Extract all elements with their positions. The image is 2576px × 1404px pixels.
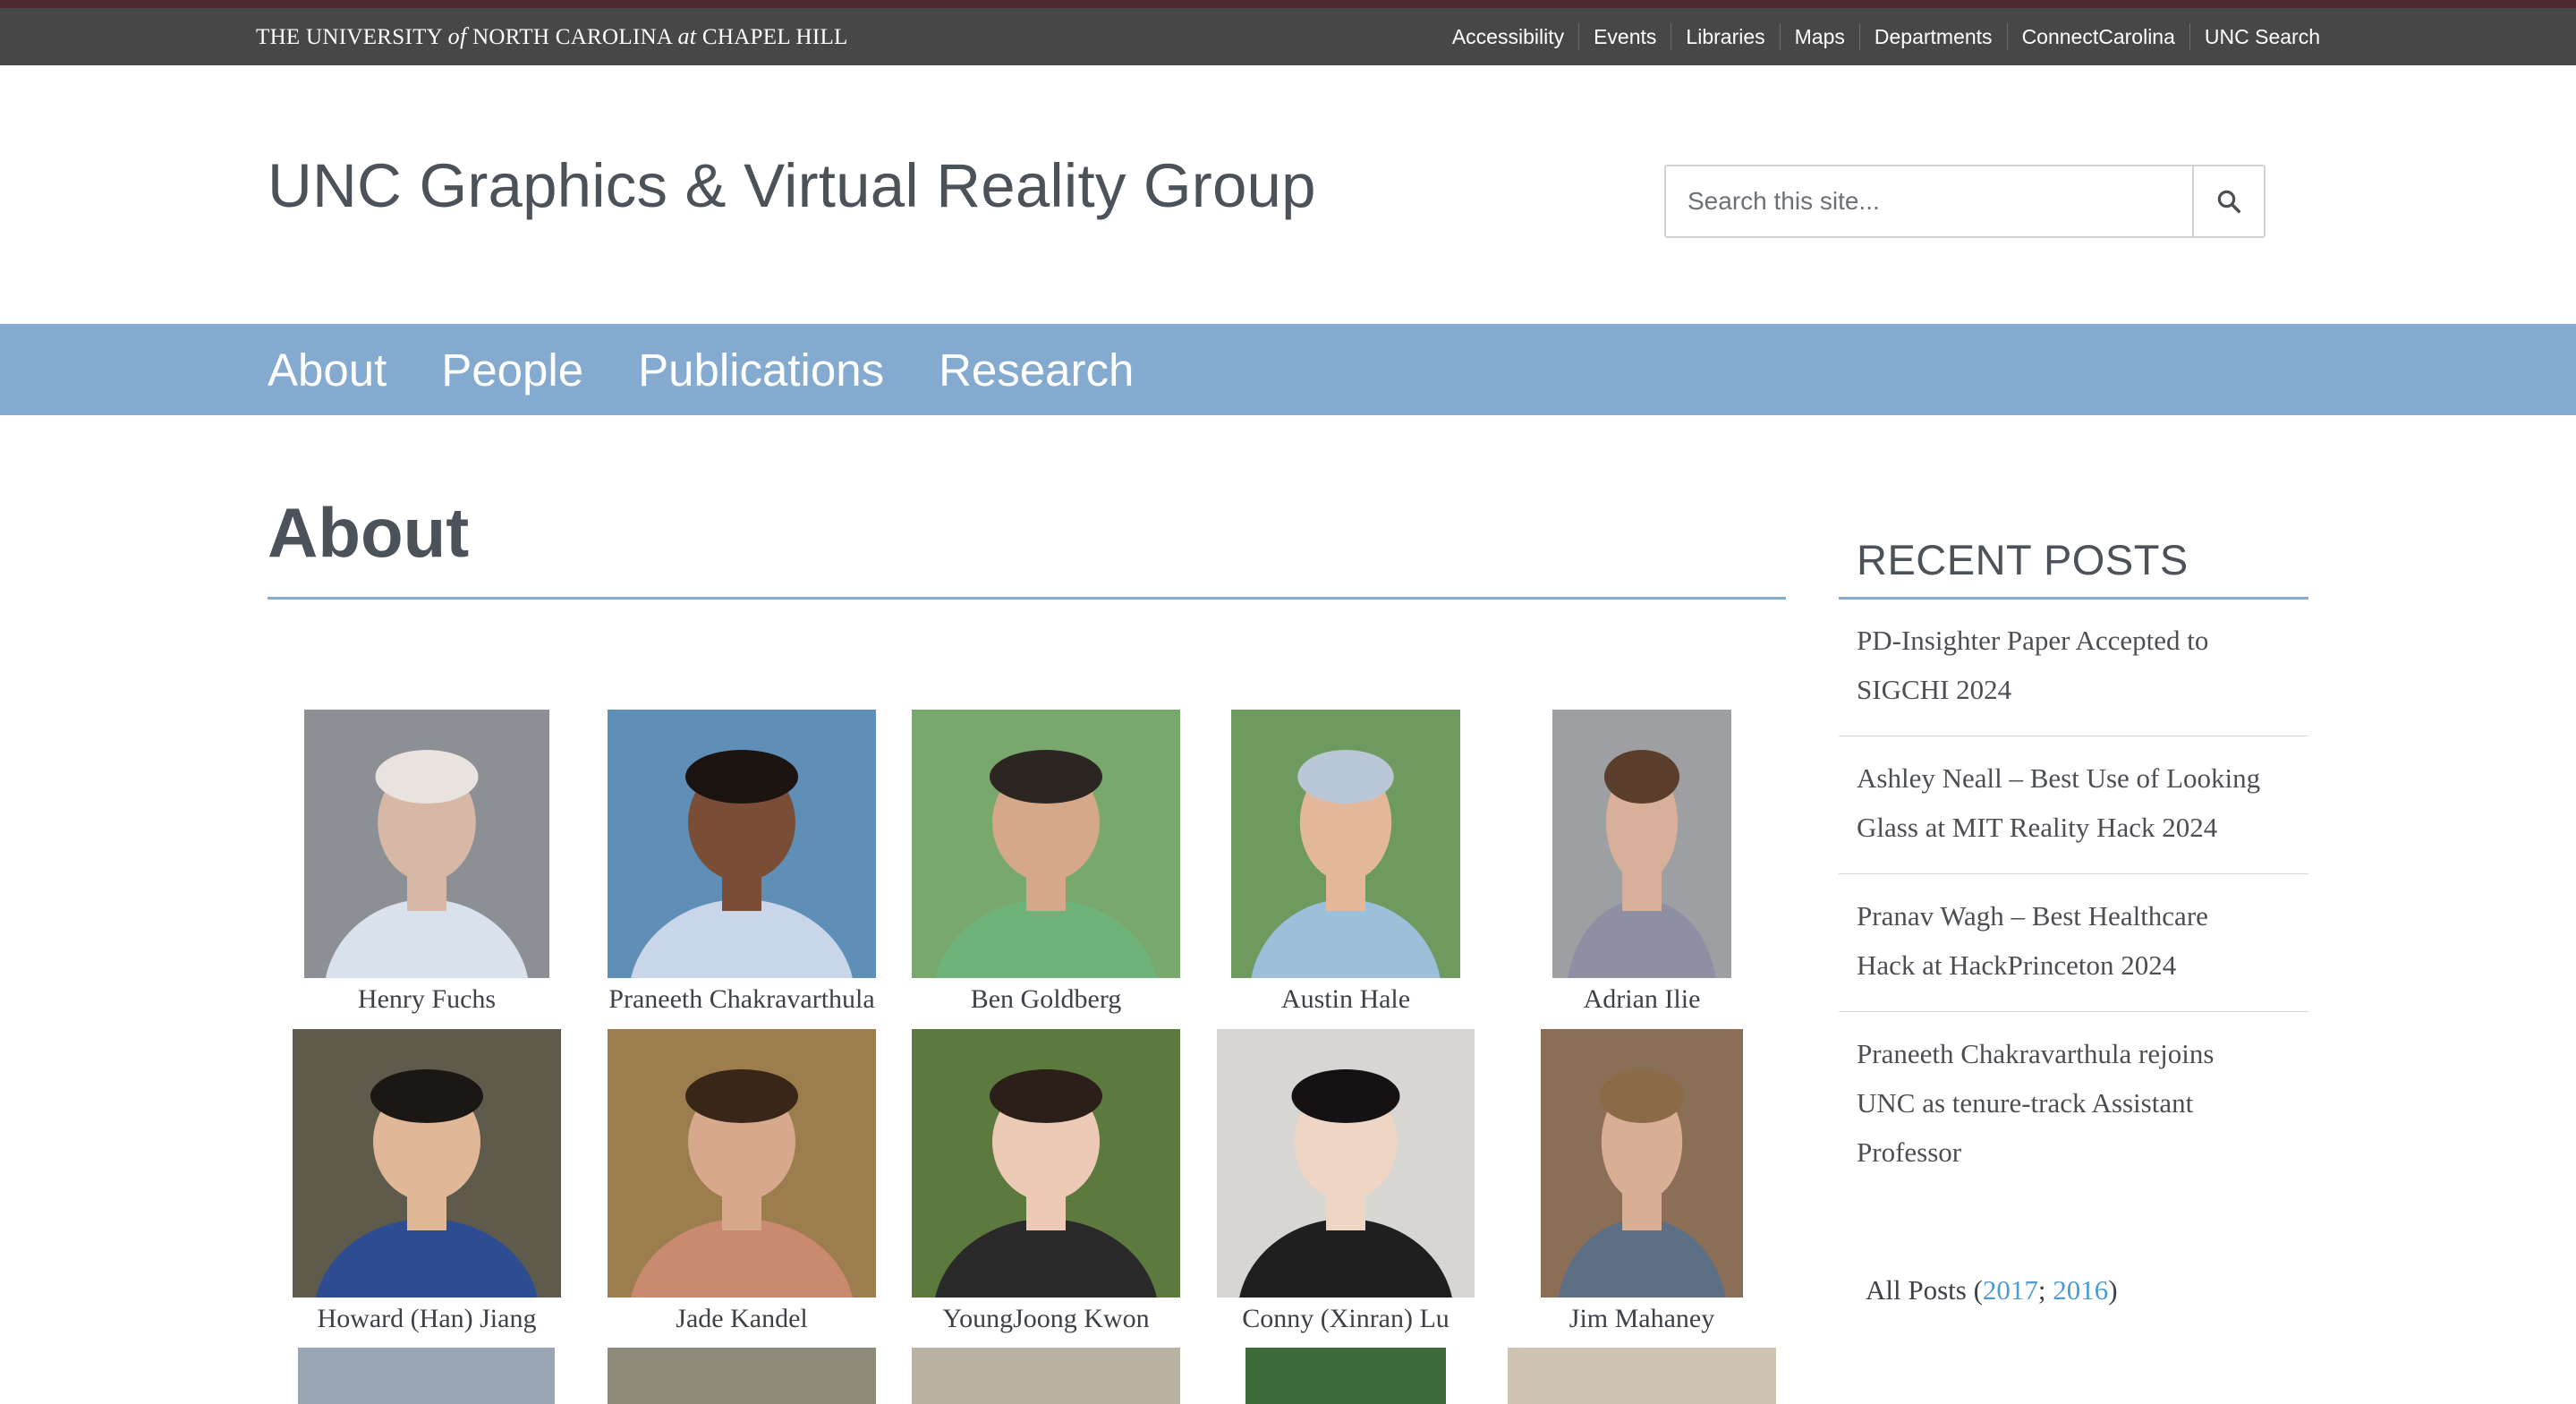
person-photo[interactable] xyxy=(912,1029,1180,1298)
recent-post-line[interactable]: SIGCHI 2024 xyxy=(1857,674,2011,705)
person-photo[interactable] xyxy=(608,1029,876,1298)
person-photo[interactable] xyxy=(912,710,1180,978)
nav-item-research[interactable]: Research xyxy=(939,344,1134,396)
person-name[interactable]: Praneeth Chakravarthula xyxy=(608,984,874,1015)
nav-item-about[interactable]: About xyxy=(268,344,387,396)
all-posts-close: ) xyxy=(2108,1274,2118,1306)
person-photo[interactable] xyxy=(1231,710,1460,978)
utility-link-libraries[interactable]: Libraries xyxy=(1671,23,1779,50)
search-icon xyxy=(2217,190,2240,213)
recent-post[interactable]: Praneeth Chakravarthula rejoins UNC as t… xyxy=(1839,1029,2308,1177)
wordmark-part: NORTH CAROLINA xyxy=(472,25,672,49)
all-posts-separator: ; xyxy=(2037,1274,2053,1306)
person-name[interactable]: Jade Kandel xyxy=(676,1304,807,1334)
utility-link-departments[interactable]: Departments xyxy=(1858,23,2007,50)
all-posts-label: All Posts ( xyxy=(1866,1274,1983,1306)
wordmark-part: at xyxy=(677,23,697,49)
post-divider xyxy=(1839,1011,2308,1012)
all-posts: All Posts (2017; 2016) xyxy=(1866,1274,2118,1306)
person-photo[interactable] xyxy=(608,1348,876,1404)
recent-post-line[interactable]: PD-Insighter Paper Accepted to xyxy=(1857,625,2208,656)
person-photo[interactable] xyxy=(298,1348,555,1404)
person-photo[interactable] xyxy=(608,710,876,978)
search-input[interactable] xyxy=(1666,166,2192,236)
main-nav: About People Publications Research xyxy=(0,324,2576,415)
archive-link-2016[interactable]: 2016 xyxy=(2053,1274,2108,1306)
page-title: About xyxy=(268,493,470,572)
recent-post[interactable]: Pranav Wagh – Best Healthcare Hack at Ha… xyxy=(1839,891,2308,990)
person-photo[interactable] xyxy=(1541,1029,1743,1298)
person-name[interactable]: YoungJoong Kwon xyxy=(942,1304,1149,1334)
person-name[interactable]: Henry Fuchs xyxy=(358,984,496,1015)
person-name[interactable]: Ben Goldberg xyxy=(971,984,1122,1015)
utility-bar: THE UNIVERSITY of NORTH CAROLINA at CHAP… xyxy=(0,0,2576,65)
utility-link-accessibility[interactable]: Accessibility xyxy=(1438,23,1578,50)
recent-posts-divider xyxy=(1839,597,2308,600)
site-search xyxy=(1664,165,2266,238)
utility-link-connectcarolina[interactable]: ConnectCarolina xyxy=(2006,23,2189,50)
recent-post-line[interactable]: Ashley Neall – Best Use of Looking xyxy=(1857,762,2260,794)
recent-post-line[interactable]: Praneeth Chakravarthula rejoins xyxy=(1857,1038,2214,1069)
person-name[interactable]: Howard (Han) Jiang xyxy=(318,1304,537,1334)
wordmark-part: CHAPEL HILL xyxy=(701,25,848,49)
recent-post-line[interactable]: Pranav Wagh – Best Healthcare xyxy=(1857,900,2208,932)
person-photo[interactable] xyxy=(1508,1348,1776,1404)
search-button[interactable] xyxy=(2192,166,2264,236)
recent-post-line[interactable]: Glass at MIT Reality Hack 2024 xyxy=(1857,812,2217,843)
nav-item-people[interactable]: People xyxy=(441,344,583,396)
recent-posts-title: RECENT POSTS xyxy=(1857,536,2189,583)
unc-wordmark[interactable]: THE UNIVERSITY of NORTH CAROLINA at CHAP… xyxy=(256,8,848,65)
recent-post-line[interactable]: Professor xyxy=(1857,1136,1961,1168)
utility-links: Accessibility Events Libraries Maps Depa… xyxy=(1438,8,2320,65)
site-title[interactable]: UNC Graphics & Virtual Reality Group xyxy=(268,150,1316,221)
person-photo[interactable] xyxy=(912,1348,1180,1404)
utility-link-unc-search[interactable]: UNC Search xyxy=(2189,23,2320,50)
recent-post[interactable]: Ashley Neall – Best Use of Looking Glass… xyxy=(1839,753,2308,852)
person-photo[interactable] xyxy=(1245,1348,1446,1404)
person-photo[interactable] xyxy=(293,1029,561,1298)
wordmark-part: THE UNIVERSITY xyxy=(256,25,443,49)
recent-post-line[interactable]: UNC as tenure-track Assistant xyxy=(1857,1087,2193,1119)
recent-post[interactable]: PD-Insighter Paper Accepted to SIGCHI 20… xyxy=(1839,616,2308,714)
heading-divider xyxy=(268,597,1786,600)
person-name[interactable]: Austin Hale xyxy=(1281,984,1410,1015)
person-photo[interactable] xyxy=(1552,710,1731,978)
person-photo[interactable] xyxy=(1217,1029,1475,1298)
archive-link-2017[interactable]: 2017 xyxy=(1983,1274,2038,1306)
nav-item-publications[interactable]: Publications xyxy=(638,344,884,396)
recent-post-line[interactable]: Hack at HackPrinceton 2024 xyxy=(1857,949,2176,981)
person-name[interactable]: Adrian Ilie xyxy=(1584,984,1701,1015)
person-name[interactable]: Conny (Xinran) Lu xyxy=(1242,1304,1450,1334)
person-name[interactable]: Jim Mahaney xyxy=(1569,1304,1714,1334)
person-photo[interactable] xyxy=(304,710,549,978)
post-divider xyxy=(1839,873,2308,874)
utility-link-events[interactable]: Events xyxy=(1578,23,1671,50)
utility-link-maps[interactable]: Maps xyxy=(1779,23,1859,50)
wordmark-part: of xyxy=(447,23,467,49)
